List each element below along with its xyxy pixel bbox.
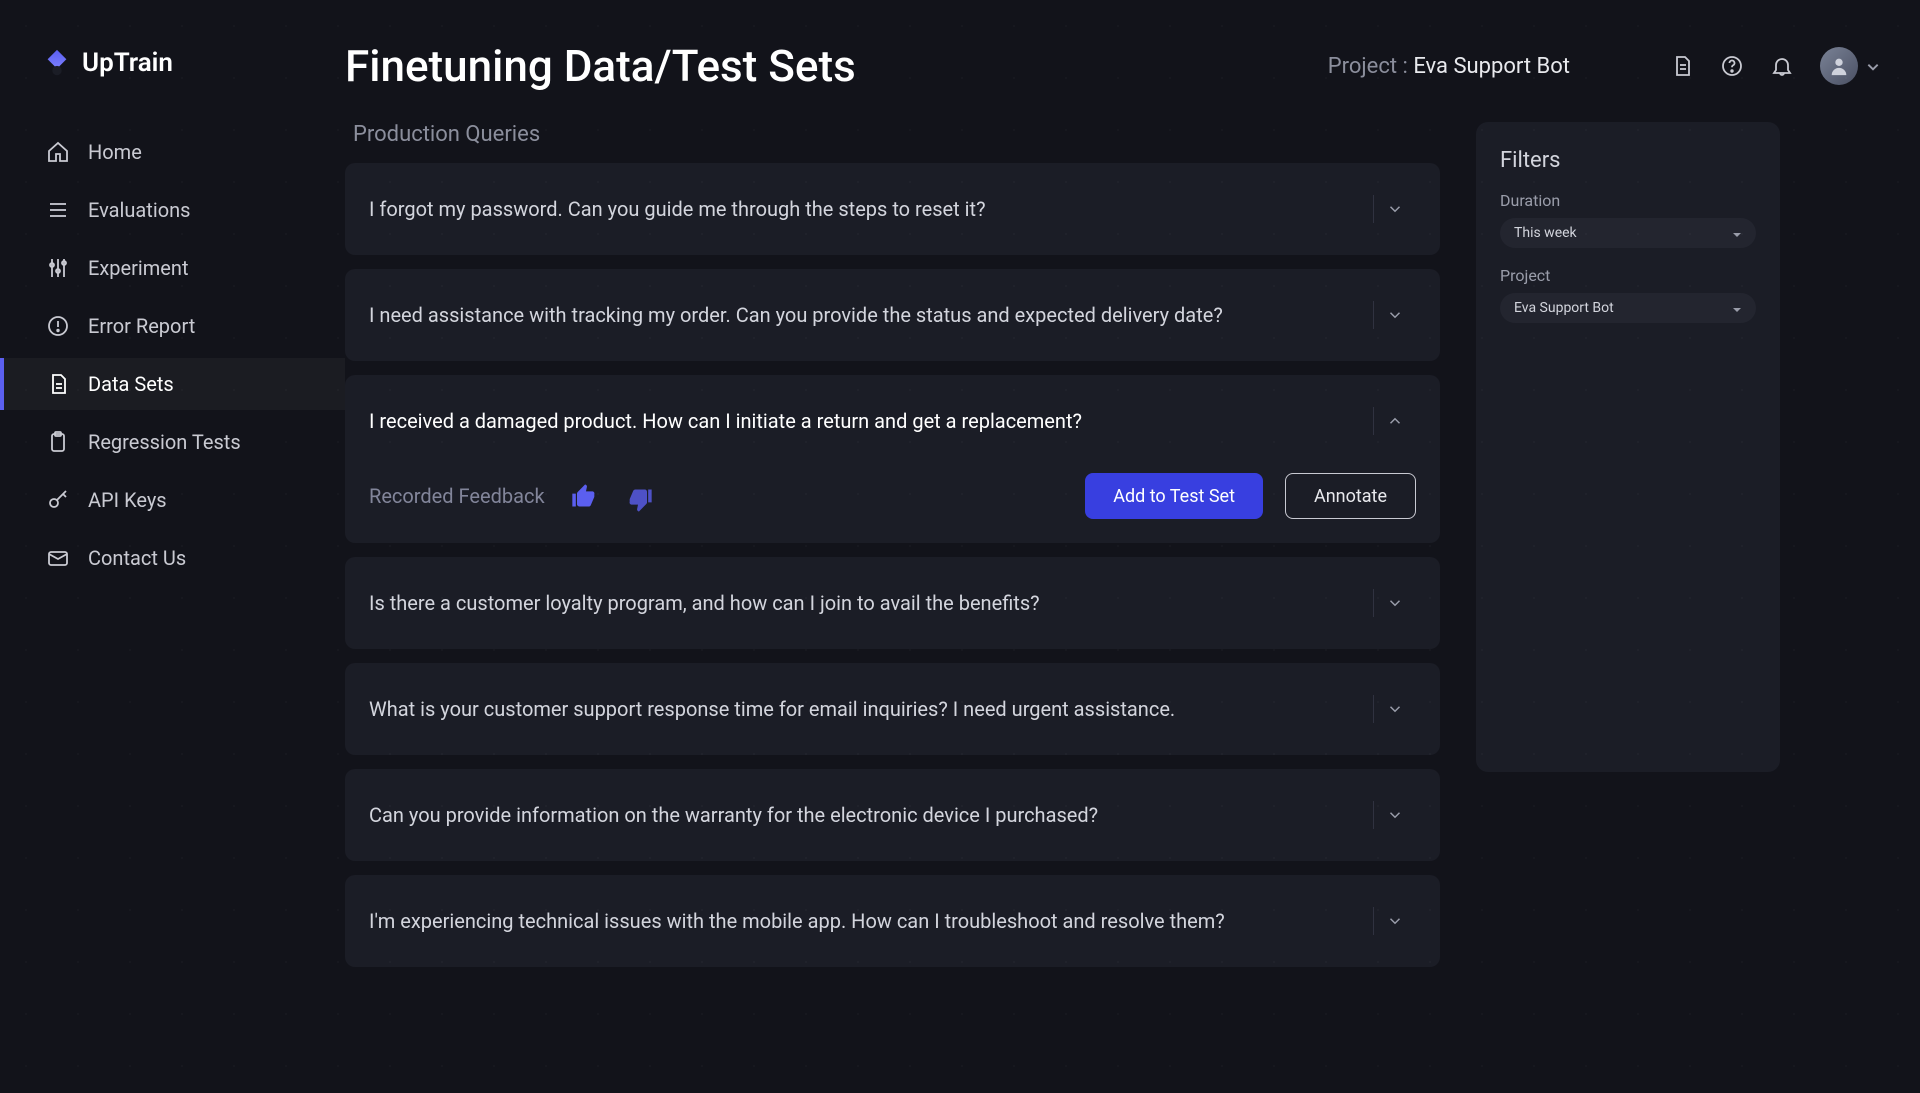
brand-name: UpTrain — [82, 48, 173, 78]
query-row[interactable]: I forgot my password. Can you guide me t… — [345, 163, 1440, 255]
content-area: Production Queries I forgot my password.… — [345, 122, 1880, 1093]
project-prefix: Project : — [1328, 54, 1414, 79]
filters-panel: Filters Duration This week Project Eva S… — [1476, 122, 1780, 772]
query-text: I need assistance with tracking my order… — [369, 301, 1373, 330]
query-row[interactable]: What is your customer support response t… — [345, 663, 1440, 755]
main-content: Finetuning Data/Test Sets Project : Eva … — [345, 0, 1920, 1093]
chevron-down-icon — [1374, 806, 1416, 824]
chevron-down-icon — [1866, 59, 1880, 73]
list-icon — [46, 198, 70, 222]
page-title: Finetuning Data/Test Sets — [345, 40, 856, 92]
clipboard-icon — [46, 430, 70, 454]
logo-mark-icon — [42, 48, 72, 78]
project-breadcrumb: Project : Eva Support Bot — [1328, 54, 1570, 79]
chevron-down-icon — [1732, 303, 1742, 313]
recorded-feedback-label: Recorded Feedback — [369, 484, 545, 508]
sliders-icon — [46, 256, 70, 280]
chevron-down-icon — [1374, 306, 1416, 324]
document-icon — [46, 372, 70, 396]
query-text: I'm experiencing technical issues with t… — [369, 907, 1373, 936]
bell-icon[interactable] — [1770, 54, 1794, 78]
query-list: I forgot my password. Can you guide me t… — [345, 163, 1440, 967]
query-card-expanded: I received a damaged product. How can I … — [345, 375, 1440, 543]
query-row[interactable]: I received a damaged product. How can I … — [345, 375, 1440, 467]
sidebar-item-label: Evaluations — [88, 198, 190, 222]
key-icon — [46, 488, 70, 512]
thumbs-down-icon[interactable] — [623, 479, 657, 513]
query-row[interactable]: Is there a customer loyalty program, and… — [345, 557, 1440, 649]
chevron-down-icon — [1374, 912, 1416, 930]
sidebar-item-label: Regression Tests — [88, 430, 241, 454]
query-card: I need assistance with tracking my order… — [345, 269, 1440, 361]
sidebar-item-label: Experiment — [88, 256, 189, 280]
query-card: I'm experiencing technical issues with t… — [345, 875, 1440, 967]
app-root: UpTrain Home Evaluations Experiment Erro… — [0, 0, 1920, 1093]
avatar — [1820, 47, 1858, 85]
annotate-button[interactable]: Annotate — [1285, 473, 1416, 519]
sidebar: UpTrain Home Evaluations Experiment Erro… — [0, 0, 345, 1093]
query-text: Is there a customer loyalty program, and… — [369, 589, 1373, 618]
chevron-up-icon — [1374, 412, 1416, 430]
help-icon[interactable] — [1720, 54, 1744, 78]
query-card: Is there a customer loyalty program, and… — [345, 557, 1440, 649]
sidebar-item-data-sets[interactable]: Data Sets — [0, 358, 345, 410]
sidebar-nav: Home Evaluations Experiment Error Report… — [0, 126, 345, 584]
chevron-down-icon — [1374, 700, 1416, 718]
thumbs-up-icon[interactable] — [567, 479, 601, 513]
sidebar-item-label: API Keys — [88, 488, 167, 512]
sidebar-item-contact-us[interactable]: Contact Us — [0, 532, 345, 584]
chevron-down-icon — [1374, 594, 1416, 612]
sidebar-item-experiment[interactable]: Experiment — [0, 242, 345, 294]
filter-duration-value: This week — [1514, 225, 1577, 241]
query-row[interactable]: I need assistance with tracking my order… — [345, 269, 1440, 361]
query-text: What is your customer support response t… — [369, 695, 1373, 724]
query-text: I forgot my password. Can you guide me t… — [369, 195, 1373, 224]
queries-panel: Production Queries I forgot my password.… — [345, 122, 1440, 1093]
logo: UpTrain — [0, 48, 345, 78]
sidebar-item-label: Contact Us — [88, 546, 186, 570]
sidebar-item-home[interactable]: Home — [0, 126, 345, 178]
section-label: Production Queries — [345, 122, 1440, 147]
home-icon — [46, 140, 70, 164]
filter-duration-label: Duration — [1500, 191, 1756, 210]
query-card: I forgot my password. Can you guide me t… — [345, 163, 1440, 255]
sidebar-item-evaluations[interactable]: Evaluations — [0, 184, 345, 236]
sidebar-item-label: Data Sets — [88, 372, 174, 396]
alert-icon — [46, 314, 70, 338]
query-text: Can you provide information on the warra… — [369, 801, 1373, 830]
mail-icon — [46, 546, 70, 570]
sidebar-item-label: Error Report — [88, 314, 195, 338]
header: Finetuning Data/Test Sets Project : Eva … — [345, 40, 1880, 92]
sidebar-item-error-report[interactable]: Error Report — [0, 300, 345, 352]
query-expanded-actions: Recorded Feedback Add to Test Set Annota… — [345, 467, 1440, 543]
docs-icon[interactable] — [1670, 54, 1694, 78]
query-row[interactable]: Can you provide information on the warra… — [345, 769, 1440, 861]
filter-project-select[interactable]: Eva Support Bot — [1500, 293, 1756, 323]
query-row[interactable]: I'm experiencing technical issues with t… — [345, 875, 1440, 967]
query-text: I received a damaged product. How can I … — [369, 407, 1373, 436]
filter-project-label: Project — [1500, 266, 1756, 285]
chevron-down-icon — [1374, 200, 1416, 218]
filter-duration-select[interactable]: This week — [1500, 218, 1756, 248]
filters-title: Filters — [1500, 148, 1756, 173]
project-name: Eva Support Bot — [1413, 54, 1570, 79]
chevron-down-icon — [1732, 228, 1742, 238]
sidebar-item-label: Home — [88, 140, 142, 164]
sidebar-item-api-keys[interactable]: API Keys — [0, 474, 345, 526]
sidebar-item-regression-tests[interactable]: Regression Tests — [0, 416, 345, 468]
header-actions — [1670, 47, 1880, 85]
add-to-test-set-button[interactable]: Add to Test Set — [1085, 473, 1263, 519]
user-menu[interactable] — [1820, 47, 1880, 85]
query-card: What is your customer support response t… — [345, 663, 1440, 755]
query-card: Can you provide information on the warra… — [345, 769, 1440, 861]
filter-project-value: Eva Support Bot — [1514, 300, 1614, 316]
